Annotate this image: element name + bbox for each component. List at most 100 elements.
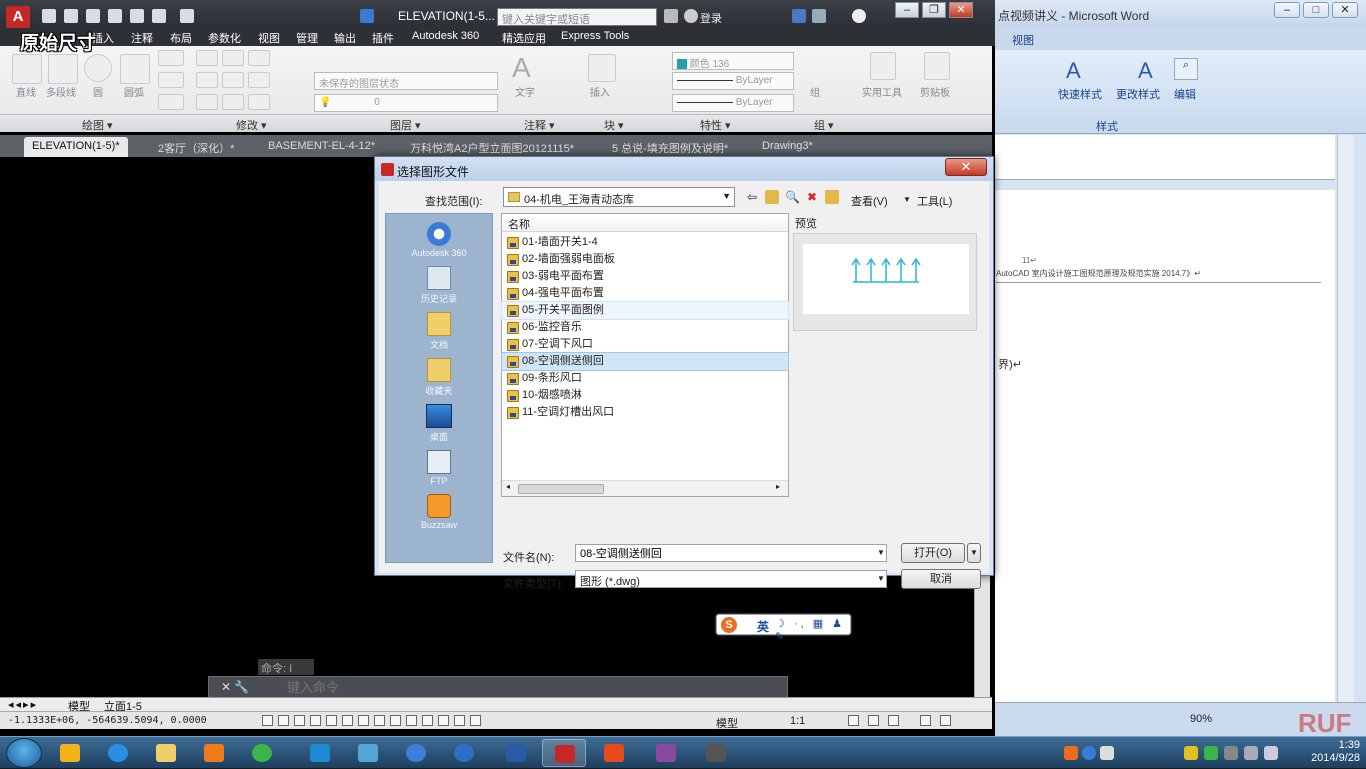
array-tool-icon[interactable]: [248, 94, 270, 110]
menu-output[interactable]: 输出: [334, 30, 356, 46]
menu-annotate[interactable]: 注释: [131, 30, 153, 46]
file-row[interactable]: 01-墙面开关1-4: [502, 234, 788, 251]
sign-in-link[interactable]: 登录: [700, 10, 722, 26]
file-list-horizontal-scrollbar[interactable]: ◂ ▸: [502, 480, 788, 496]
help-icon[interactable]: [852, 9, 866, 23]
selection-cycling-icon[interactable]: [470, 715, 481, 726]
volume-icon[interactable]: [1264, 746, 1278, 760]
menu-manage[interactable]: 管理: [296, 30, 318, 46]
ime-mode-toggle[interactable]: 英: [757, 618, 769, 635]
ortho-mode-icon[interactable]: [310, 715, 321, 726]
rectangle-tool-icon[interactable]: [158, 50, 184, 66]
scroll-right-icon[interactable]: ▸: [776, 482, 780, 491]
help-search-input[interactable]: 键入关键字或短语: [497, 8, 657, 26]
task-360[interactable]: [240, 739, 284, 767]
file-name-input[interactable]: [575, 544, 887, 562]
file-tab-living-room[interactable]: 2客厅（深化）*: [150, 137, 242, 157]
word-vertical-scrollbar[interactable]: [1337, 135, 1354, 702]
annotation-visibility-icon[interactable]: [848, 715, 859, 726]
3d-osnap-icon[interactable]: [358, 715, 369, 726]
sogou-tray-icon[interactable]: [1064, 746, 1078, 760]
task-autocad[interactable]: [542, 739, 586, 767]
close-icon[interactable]: ✕: [945, 158, 987, 176]
file-type-select[interactable]: 图形 (*.dwg): [575, 570, 887, 588]
task-word[interactable]: [494, 739, 538, 767]
groups-group-label[interactable]: 组 ▾: [814, 117, 834, 133]
find-icon[interactable]: ⌕: [1174, 58, 1198, 80]
dynamic-input-icon[interactable]: [406, 715, 417, 726]
minimize-icon[interactable]: –: [895, 2, 919, 18]
open-icon[interactable]: [64, 9, 78, 23]
annotation-scale[interactable]: 1:1: [790, 715, 805, 727]
change-styles-icon[interactable]: A: [1138, 58, 1153, 84]
file-row[interactable]: 07-空调下风口: [502, 336, 788, 353]
sogou-logo-icon[interactable]: S: [721, 617, 737, 633]
file-row[interactable]: 11-空调灯槽出风口: [502, 404, 788, 421]
circle-tool-icon[interactable]: [84, 54, 112, 82]
scale-tool-icon[interactable]: [222, 94, 244, 110]
file-tab-drawing3[interactable]: Drawing3*: [754, 137, 821, 157]
object-snap-icon[interactable]: [342, 715, 353, 726]
file-tab-basement[interactable]: BASEMENT-EL-4-12*: [260, 137, 383, 157]
grid-display-icon[interactable]: [294, 715, 305, 726]
open-button[interactable]: 打开(O): [901, 543, 965, 563]
properties-group-label[interactable]: 特性 ▾: [700, 117, 731, 133]
look-in-dropdown[interactable]: 04-机电_王海青动态库 ▼: [503, 187, 735, 207]
close-icon[interactable]: ✕: [1332, 2, 1358, 18]
quick-styles-button[interactable]: 快速样式: [1058, 86, 1102, 102]
flag-icon[interactable]: [1224, 746, 1238, 760]
back-icon[interactable]: ⇦: [745, 190, 759, 204]
ducs-icon[interactable]: [390, 715, 401, 726]
zoom-level[interactable]: 90%: [1190, 713, 1212, 725]
menu-featured-apps[interactable]: 精选应用: [502, 30, 546, 46]
editing-button[interactable]: 编辑: [1174, 86, 1196, 102]
place-history[interactable]: 历史记录: [386, 266, 492, 305]
quick-styles-icon[interactable]: A: [1066, 58, 1081, 84]
arc-tool-icon[interactable]: [120, 54, 150, 84]
clock[interactable]: 1:39 2014/9/28: [1306, 739, 1360, 765]
save-icon[interactable]: [86, 9, 100, 23]
task-winrar[interactable]: [644, 739, 688, 767]
binoculars-icon[interactable]: [664, 9, 678, 23]
layout-nav-arrows[interactable]: ◂◂▸▸: [8, 698, 38, 711]
view-menu-button[interactable]: 查看(V): [851, 193, 888, 209]
new-folder-icon[interactable]: [825, 190, 839, 204]
task-itunes[interactable]: [394, 739, 438, 767]
region-tool-icon[interactable]: [158, 94, 184, 110]
task-recorder[interactable]: [592, 739, 636, 767]
snap-mode-icon[interactable]: [278, 715, 289, 726]
task-camera[interactable]: [694, 739, 738, 767]
line-tool-icon[interactable]: [12, 54, 42, 84]
command-close-icon[interactable]: ✕ 🔧: [221, 680, 249, 694]
redo-icon[interactable]: [180, 9, 194, 23]
insert-block-icon[interactable]: [588, 54, 616, 82]
change-styles-button[interactable]: 更改样式: [1116, 86, 1160, 102]
file-row[interactable]: 09-条形风口: [502, 370, 788, 387]
word-tab-view[interactable]: 视图: [1012, 32, 1034, 48]
annotation-group-label[interactable]: 注释 ▾: [524, 117, 555, 133]
word-document-page[interactable]: 11↵ AutoCAD 室内设计施工图规范原理及规范实施 2014.7》↵ 界)…: [990, 190, 1335, 702]
quick-properties-icon[interactable]: [454, 715, 465, 726]
network-icon[interactable]: [1244, 746, 1258, 760]
delete-icon[interactable]: ✖: [805, 190, 819, 204]
plot-icon[interactable]: [130, 9, 144, 23]
task-qq[interactable]: [346, 739, 390, 767]
task-explorer[interactable]: [144, 739, 188, 767]
undo-icon[interactable]: [152, 9, 166, 23]
otrack-icon[interactable]: [374, 715, 385, 726]
block-group-label[interactable]: 块 ▾: [604, 117, 624, 133]
open-options-dropdown[interactable]: ▼: [967, 543, 981, 563]
task-app-butterfly[interactable]: [48, 739, 92, 767]
file-row[interactable]: 03-弱电平面布置: [502, 268, 788, 285]
lineweight-combo[interactable]: ByLayer: [672, 94, 794, 112]
place-favorites[interactable]: 收藏夹: [386, 358, 492, 397]
file-tab-legend[interactable]: 5 总说-填充图例及说明*: [604, 137, 736, 157]
menu-plugins[interactable]: 插件: [372, 30, 394, 46]
rotate-tool-icon[interactable]: [222, 50, 244, 66]
name-column-header[interactable]: 名称: [502, 214, 788, 232]
chevron-down-icon[interactable]: ▼: [877, 548, 885, 557]
move-tool-icon[interactable]: [196, 50, 218, 66]
polar-tracking-icon[interactable]: [326, 715, 337, 726]
lock-icon[interactable]: [888, 715, 899, 726]
model-space-toggle[interactable]: 模型: [716, 715, 738, 731]
